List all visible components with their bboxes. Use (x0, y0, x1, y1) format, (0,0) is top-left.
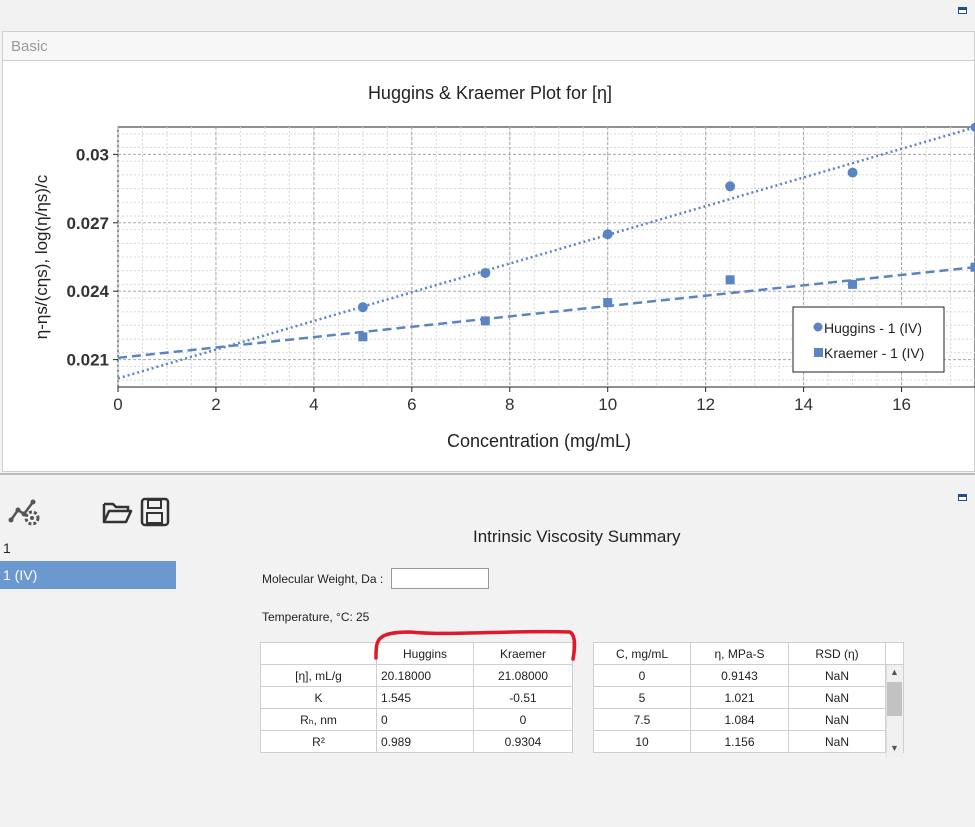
save-icon (140, 497, 170, 527)
x-tick-label: 0 (113, 395, 122, 414)
x-tick-label: 6 (407, 395, 416, 414)
kraemer-data-point (358, 332, 368, 342)
x-tick-label: 16 (892, 395, 911, 414)
table-cell[interactable]: 0.9143 (690, 664, 789, 687)
table-cell[interactable]: 1.156 (690, 730, 789, 753)
table-header-row: C, mg/mL η, MPa-S RSD (η) (593, 642, 904, 665)
huggins-data-point (480, 267, 491, 278)
list-item-selected[interactable]: 1 (IV) (0, 561, 176, 589)
window-top-strip (0, 0, 975, 28)
x-tick-label: 10 (598, 395, 617, 414)
table-cell[interactable]: 1.021 (690, 686, 789, 709)
table-row[interactable]: K 1.545 -0.51 (260, 686, 573, 709)
table-row[interactable]: [η], mL/g 20.18000 21.08000 (260, 664, 573, 687)
table-cell[interactable]: 20.18000 (376, 664, 474, 687)
list-item-sample[interactable]: 1 (3, 540, 11, 556)
legend-kraemer-label: Kraemer - 1 (IV) (824, 345, 924, 361)
restore-lower-panel-icon[interactable] (958, 494, 967, 501)
x-axis-label: Concentration (mg/mL) (447, 431, 631, 451)
huggins-data-point (357, 302, 368, 313)
scroll-down-icon[interactable]: ▼ (887, 743, 902, 753)
molecular-weight-label: Molecular Weight, Da : (262, 572, 384, 586)
table-cell[interactable]: 5 (593, 686, 691, 709)
legend-huggins-marker (813, 322, 823, 332)
huggins-data-point (725, 181, 736, 192)
row-label: K (260, 686, 377, 709)
table-cell[interactable]: 10 (593, 730, 691, 753)
table-cell[interactable]: NaN (788, 730, 886, 753)
table-cell[interactable]: 0 (593, 664, 691, 687)
row-label: Rₕ, nm (260, 708, 377, 731)
table-row[interactable]: 7.5 1.084 NaN (593, 708, 904, 731)
table-cell[interactable]: NaN (788, 708, 886, 731)
table-header-concentration[interactable]: C, mg/mL (593, 642, 691, 665)
open-file-button[interactable] (101, 496, 133, 528)
table-row[interactable]: Rₕ, nm 0 0 (260, 708, 573, 731)
y-axis-label: η-ηs/(cηs), log(η/ηs)/c (32, 174, 51, 339)
table-cell[interactable]: 7.5 (593, 708, 691, 731)
huggins-data-point (847, 167, 858, 178)
scroll-up-icon[interactable]: ▲ (887, 667, 902, 677)
table-cell[interactable]: NaN (788, 664, 886, 687)
x-tick-label: 12 (696, 395, 715, 414)
chart-panel: Huggins & Kraemer Plot for [η] 0 2 4 6 8 10 12… (2, 61, 975, 472)
row-label: [η], mL/g (260, 664, 377, 687)
temperature-value: 25 (356, 610, 370, 624)
table-cell[interactable]: 1.084 (690, 708, 789, 731)
kraemer-data-point (603, 298, 613, 308)
table-cell[interactable]: 0.9304 (473, 730, 573, 753)
basic-tab-label: Basic (11, 38, 48, 55)
red-annotation-mark (374, 629, 577, 661)
row-label: R² (260, 730, 377, 753)
table-cell[interactable]: 1.545 (376, 686, 474, 709)
kraemer-fit-end-marker (970, 262, 975, 272)
table-header-viscosity[interactable]: η, MPa-S (690, 642, 789, 665)
table-row[interactable]: R² 0.989 0.9304 (260, 730, 573, 753)
table-row[interactable]: 5 1.021 NaN (593, 686, 904, 709)
summary-title: Intrinsic Viscosity Summary (473, 527, 681, 546)
restore-window-icon[interactable] (958, 7, 967, 14)
huggins-kraemer-chart: Huggins & Kraemer Plot for [η] 0 2 4 6 8 10 12… (32, 83, 975, 451)
concentration-table: C, mg/mL η, MPa-S RSD (η) 0 0.9143 NaN 5… (593, 642, 904, 753)
y-tick-label: 0.024 (66, 282, 109, 301)
table-cell[interactable]: 21.08000 (473, 664, 573, 687)
panel-splitter[interactable] (0, 473, 975, 475)
legend-box (792, 306, 945, 373)
table-cell[interactable]: -0.51 (473, 686, 573, 709)
y-tick-label: 0.027 (66, 214, 109, 233)
chart-gear-icon (8, 499, 40, 526)
temperature-label: Temperature, °C: (262, 610, 353, 624)
x-tick-label: 2 (211, 395, 220, 414)
legend-huggins-label: Huggins - 1 (IV) (824, 320, 922, 336)
basic-tab[interactable]: Basic (2, 31, 975, 61)
x-tick-label: 8 (505, 395, 514, 414)
chart-legend: Huggins - 1 (IV) Kraemer - 1 (IV) (792, 306, 945, 373)
table-cell[interactable]: 0 (376, 708, 474, 731)
table-cell[interactable]: NaN (788, 686, 886, 709)
table-row[interactable]: 10 1.156 NaN (593, 730, 904, 753)
analysis-settings-button[interactable] (8, 496, 40, 528)
table-header-cell (260, 642, 377, 665)
folder-open-icon (102, 502, 133, 524)
save-button[interactable] (139, 496, 171, 528)
y-tick-label: 0.021 (66, 351, 109, 370)
table-cell[interactable]: 0 (473, 708, 573, 731)
table-header-rsd[interactable]: RSD (η) (788, 642, 886, 665)
molecular-weight-input[interactable] (391, 568, 489, 589)
list-item-selected-label: 1 (IV) (3, 567, 38, 583)
kraemer-data-point (480, 316, 490, 326)
kraemer-data-point (848, 279, 858, 289)
x-tick-label: 14 (794, 395, 813, 414)
table-row[interactable]: 0 0.9143 NaN (593, 664, 904, 687)
huggins-data-point (602, 229, 613, 240)
chart-title: Huggins & Kraemer Plot for [η] (368, 83, 612, 103)
table-header-scroll-spacer (885, 642, 904, 665)
legend-kraemer-marker (814, 348, 823, 357)
table-cell[interactable]: 0.989 (376, 730, 474, 753)
x-tick-label: 4 (309, 395, 318, 414)
table-scrollbar-thumb[interactable] (887, 682, 902, 716)
y-tick-label: 0.03 (76, 145, 109, 164)
kraemer-data-point (725, 275, 735, 285)
